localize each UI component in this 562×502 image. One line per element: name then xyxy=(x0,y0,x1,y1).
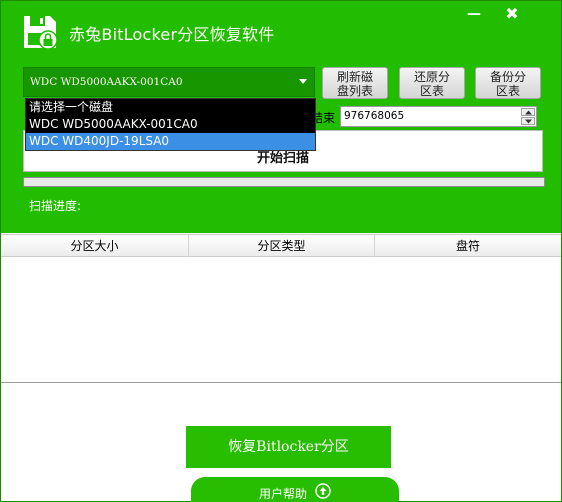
restore-partition-table-button[interactable]: 还原分 区表 xyxy=(399,67,465,99)
user-help-label: 用户帮助 xyxy=(259,487,308,501)
top-panel: 赤兔BitLocker分区恢复软件 — ✖ WDC WD5000AAKX-001… xyxy=(1,1,561,233)
spin-down-button[interactable] xyxy=(521,117,535,125)
end-sector-spinner xyxy=(521,108,535,125)
disk-option[interactable]: WDC WD400JD-19LSA0 xyxy=(26,133,315,150)
column-header-type[interactable]: 分区类型 xyxy=(189,235,375,257)
refresh-button-line1: 刷新磁 xyxy=(336,70,373,84)
column-header-drive-letter[interactable]: 盘符 xyxy=(375,235,561,257)
caret-up-icon xyxy=(525,110,532,115)
recover-bitlocker-button[interactable]: 恢复Bitlocker分区 xyxy=(186,426,391,468)
backup-partition-table-button[interactable]: 备份分 区表 xyxy=(475,67,541,99)
disk-select[interactable]: WDC WD5000AAKX-001CA0 xyxy=(23,67,315,97)
disk-select-value: WDC WD5000AAKX-001CA0 xyxy=(30,76,183,88)
scan-progress-label: 扫描进度: xyxy=(29,199,82,213)
app-window: 赤兔BitLocker分区恢复软件 — ✖ WDC WD5000AAKX-001… xyxy=(0,0,562,502)
scan-progress-bar xyxy=(23,177,545,187)
disk-option[interactable]: 请选择一个磁盘 xyxy=(26,99,315,116)
disk-option[interactable]: WDC WD5000AAKX-001CA0 xyxy=(26,116,315,133)
floppy-lock-icon xyxy=(24,16,58,50)
partition-table-body[interactable] xyxy=(1,257,561,383)
backup-button-line1: 备份分 xyxy=(489,70,526,84)
chevron-down-icon xyxy=(299,79,307,84)
end-sector-input[interactable]: 976768065 xyxy=(340,106,537,127)
restore-button-line1: 还原分 xyxy=(413,70,450,84)
minimize-button[interactable]: — xyxy=(463,5,485,23)
arrow-up-circle-icon xyxy=(315,483,331,499)
title-bar[interactable]: 赤兔BitLocker分区恢复软件 — ✖ xyxy=(1,1,561,57)
refresh-button-line2: 盘列表 xyxy=(336,84,373,98)
column-header-size[interactable]: 分区大小 xyxy=(1,235,189,257)
window-title: 赤兔BitLocker分区恢复软件 xyxy=(69,25,275,44)
caret-down-icon xyxy=(525,119,532,124)
backup-button-line2: 区表 xyxy=(495,84,520,98)
spin-up-button[interactable] xyxy=(521,108,535,116)
close-button[interactable]: ✖ xyxy=(501,5,523,23)
restore-button-line2: 区表 xyxy=(419,84,444,98)
user-help-tab[interactable]: 用户帮助 xyxy=(191,477,399,502)
refresh-disk-list-button[interactable]: 刷新磁 盘列表 xyxy=(322,67,388,99)
end-sector-value: 976768065 xyxy=(344,110,405,122)
partition-table-header: 分区大小 分区类型 盘符 xyxy=(1,234,561,257)
disk-dropdown-list: 请选择一个磁盘 WDC WD5000AAKX-001CA0 WDC WD400JD-… xyxy=(25,98,316,151)
